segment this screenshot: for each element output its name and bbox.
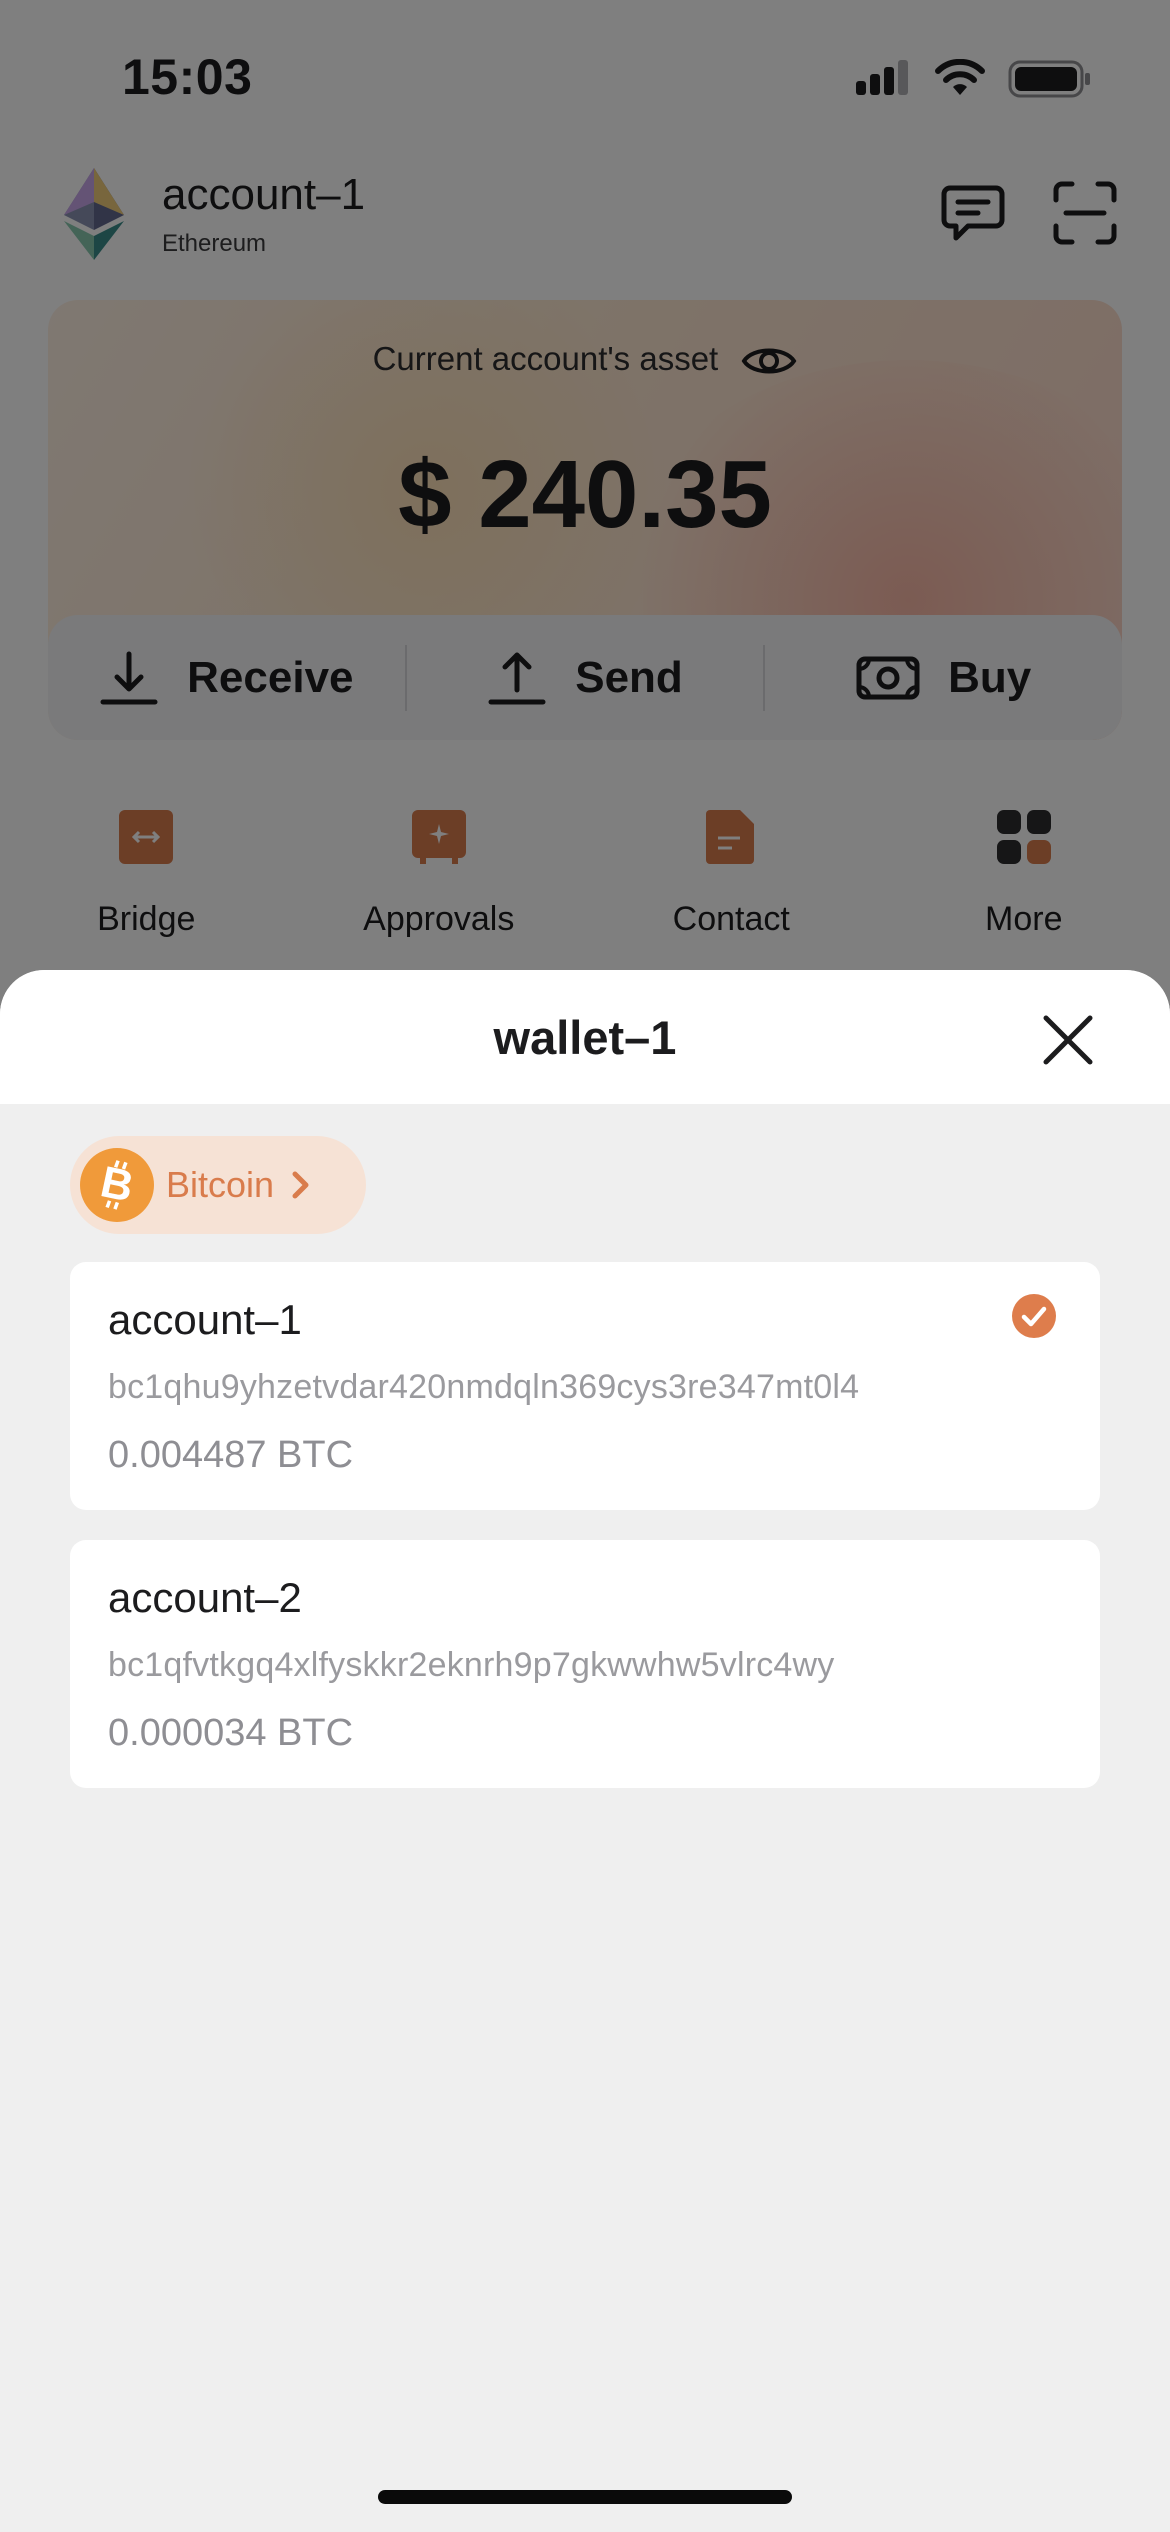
sheet-header: wallet–1 xyxy=(0,970,1170,1104)
account-card-balance: 0.000034 BTC xyxy=(108,1712,354,1754)
home-indicator xyxy=(378,2490,792,2504)
close-icon[interactable] xyxy=(1040,1012,1096,1068)
account-card-address: bc1qhu9yhzetvdar420nmdqln369cys3re347mt0… xyxy=(108,1368,860,1406)
chain-selector[interactable]: B Bitcoin xyxy=(70,1136,366,1234)
wallet-accounts-sheet: wallet–1 B Bitcoin account–1 bc1qhu9yhze… xyxy=(0,970,1170,2532)
account-card-balance: 0.004487 BTC xyxy=(108,1434,354,1476)
checkmark-icon xyxy=(1012,1294,1056,1338)
account-card-name: account–1 xyxy=(108,1296,302,1343)
account-card[interactable]: account–1 bc1qhu9yhzetvdar420nmdqln369cy… xyxy=(70,1262,1100,1510)
chain-name: Bitcoin xyxy=(166,1164,275,1205)
sheet-title: wallet–1 xyxy=(493,1011,677,1064)
chevron-right-icon xyxy=(292,1171,309,1199)
account-card-address: bc1qfvtkgq4xlfyskkr2eknrh9p7gkwwhw5vlrc4… xyxy=(108,1646,835,1684)
account-card[interactable]: account–2 bc1qfvtkgq4xlfyskkr2eknrh9p7gk… xyxy=(70,1540,1100,1788)
account-card-name: account–2 xyxy=(108,1574,302,1621)
bitcoin-icon: B xyxy=(80,1148,154,1222)
